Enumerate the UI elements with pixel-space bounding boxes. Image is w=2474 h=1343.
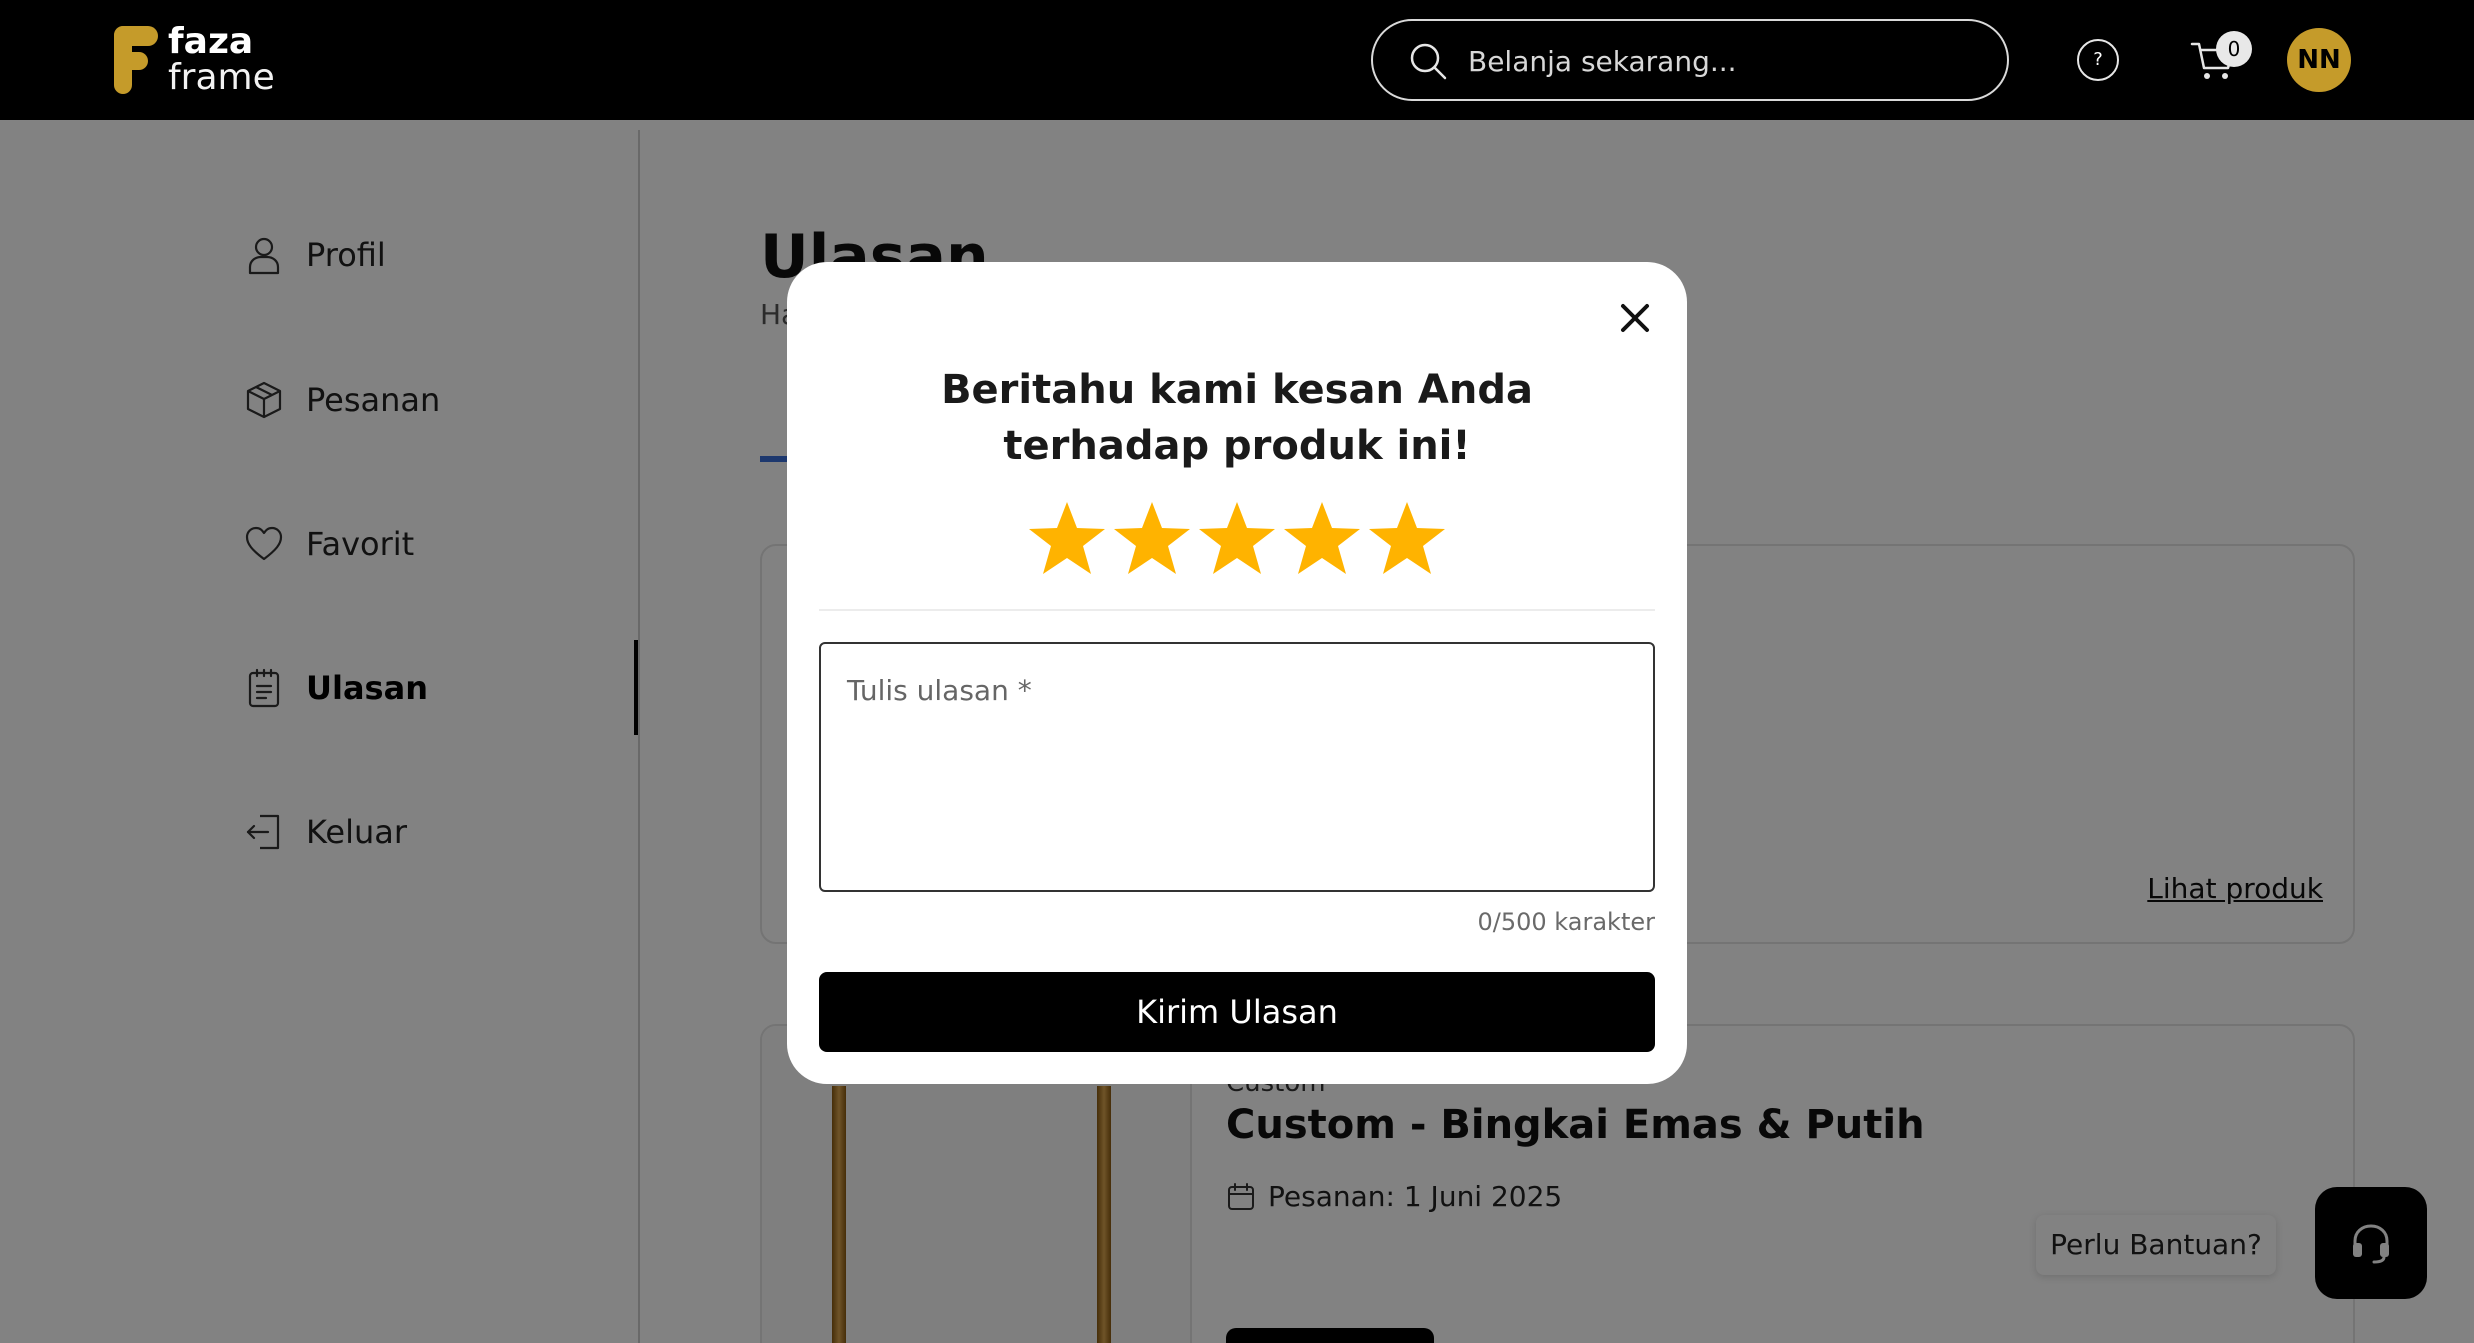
close-icon[interactable]	[1613, 296, 1657, 340]
logo-mark-icon	[114, 26, 158, 94]
logo-word-frame: frame	[168, 57, 275, 98]
search-icon	[1410, 43, 1447, 80]
review-modal: Beritahu kami kesan Anda terhadap produk…	[787, 262, 1687, 1084]
search-bar[interactable]	[1371, 19, 2009, 101]
top-header: faza frame ? 0 NN	[0, 0, 2474, 120]
star-rating[interactable]	[1027, 498, 1447, 578]
faza-frame-logo[interactable]: faza frame	[110, 24, 310, 96]
character-counter: 0/500 karakter	[1477, 908, 1656, 936]
logo-word-faza: faza	[168, 21, 254, 62]
user-avatar[interactable]: NN	[2287, 28, 2351, 92]
modal-title: Beritahu kami kesan Anda terhadap produk…	[941, 367, 1533, 469]
star-icon-5[interactable]	[1367, 498, 1447, 578]
modal-divider	[819, 609, 1655, 611]
logo-wordmark: faza frame	[168, 24, 275, 96]
search-input[interactable]	[1468, 39, 1968, 83]
star-icon-4[interactable]	[1282, 498, 1362, 578]
submit-review-button[interactable]: Kirim Ulasan	[819, 972, 1655, 1052]
star-icon-3[interactable]	[1197, 498, 1277, 578]
review-textarea[interactable]	[819, 642, 1655, 892]
star-icon-1[interactable]	[1027, 498, 1107, 578]
cart-count-badge: 0	[2216, 31, 2252, 67]
star-icon-2[interactable]	[1112, 498, 1192, 578]
help-question-icon[interactable]: ?	[2077, 39, 2119, 81]
